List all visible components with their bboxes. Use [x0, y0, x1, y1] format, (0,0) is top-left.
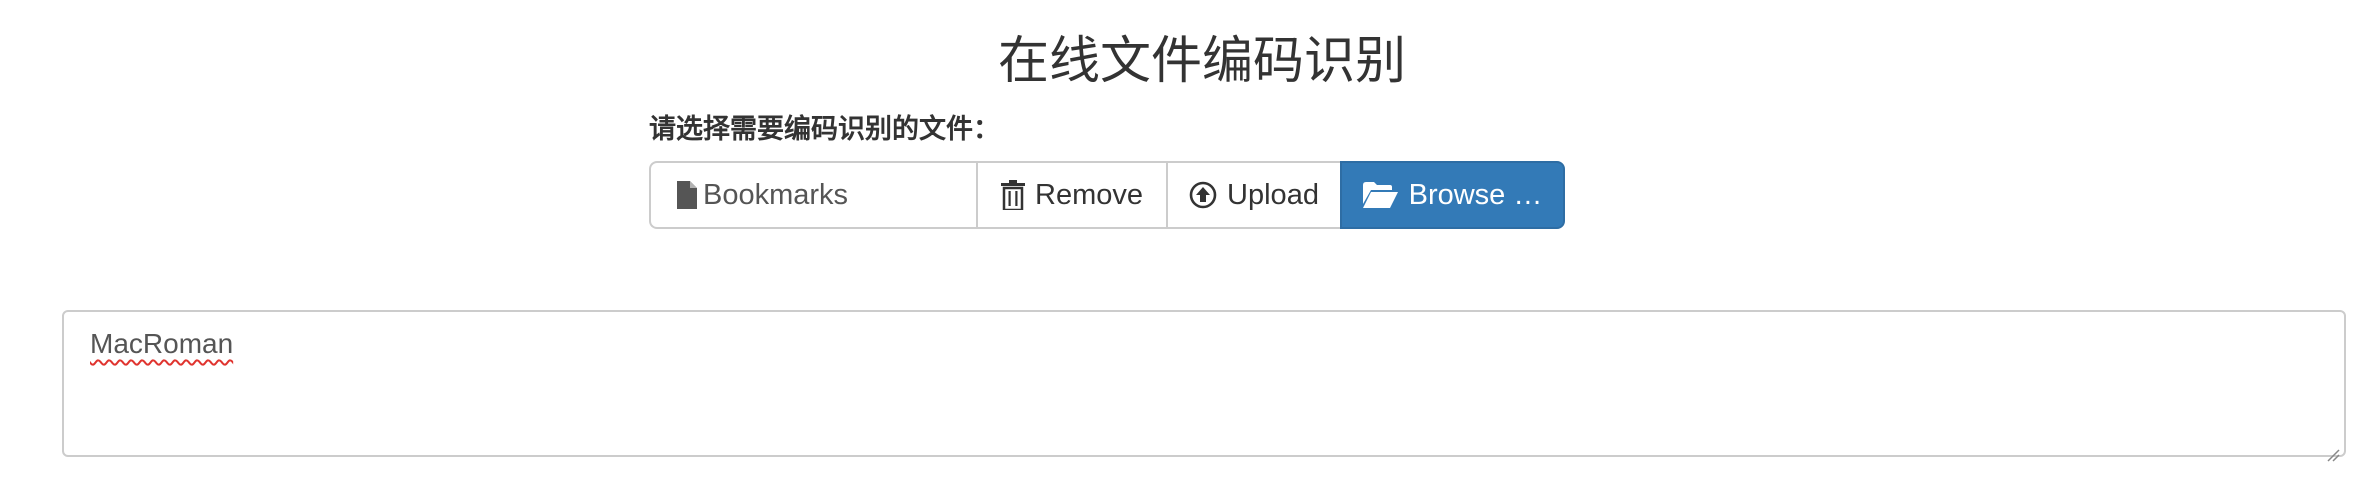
file-caption[interactable]: Bookmarks	[649, 161, 976, 229]
encoding-result-textarea[interactable]: MacRoman	[62, 310, 2346, 462]
resize-grip-icon[interactable]	[2326, 437, 2340, 462]
upload-button[interactable]: Upload	[1166, 161, 1340, 229]
file-field-label: 请选择需要编码识别的文件：	[649, 114, 1000, 145]
browse-button-label: Browse …	[1408, 178, 1543, 211]
upload-circle-icon	[1189, 181, 1217, 209]
upload-button-label: Upload	[1227, 178, 1319, 211]
encoding-result-text: MacRoman	[90, 328, 234, 359]
file-input-group: Bookmarks Remove Upload Browse …	[649, 161, 1565, 229]
trash-icon	[1001, 180, 1025, 210]
page-title: 在线文件编码识别	[997, 32, 1406, 91]
folder-open-icon	[1362, 182, 1399, 208]
page: 在线文件编码识别 请选择需要编码识别的文件： Bookmarks Remove …	[0, 0, 2374, 487]
file-caption-text: Bookmarks	[703, 178, 849, 211]
browse-button[interactable]: Browse …	[1340, 161, 1565, 229]
file-icon	[677, 181, 697, 209]
remove-button-label: Remove	[1035, 178, 1143, 211]
remove-button[interactable]: Remove	[976, 161, 1166, 229]
